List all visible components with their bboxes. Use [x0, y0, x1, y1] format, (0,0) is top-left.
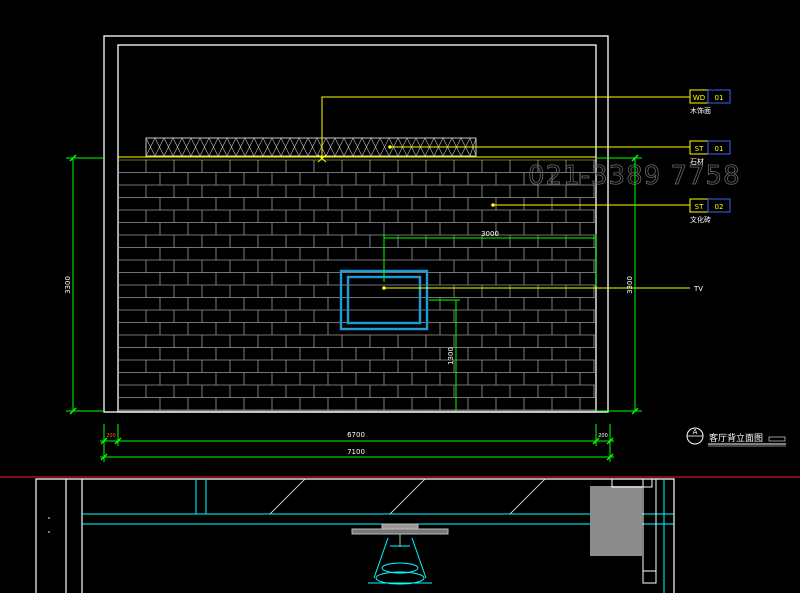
leader-dot-brick — [491, 203, 495, 207]
dim-right-margin: 200 — [598, 433, 608, 439]
brick-wall-pattern — [118, 160, 596, 412]
leader-dot-tv — [382, 286, 386, 290]
leader-lines — [317, 96, 690, 289]
tv-label: TV — [693, 285, 703, 293]
tag-number: 01 — [715, 94, 724, 102]
tag-label: 文化砖 — [690, 215, 711, 224]
dimension-ticks — [69, 154, 639, 461]
dim-height-right: 3300 — [626, 276, 634, 294]
material-tag-wood: WD 01 木饰面 — [689, 89, 731, 115]
dim-tv-height: 1300 — [447, 347, 455, 365]
watermark-phone: 021-3389 7758 — [528, 161, 741, 191]
drawing-title: A 客厅背立面图 — [686, 427, 786, 447]
plan-view — [35, 478, 675, 593]
tag-label: 木饰面 — [690, 106, 711, 115]
cad-drawing-canvas: WD 01 木饰面 ST 01 石材 ST 02 文化砖 TV 021-3389… — [0, 35, 800, 593]
tag-number: 01 — [715, 145, 724, 153]
dim-tv-width: 3000 — [481, 230, 499, 238]
dim-inner-width: 6700 — [347, 431, 365, 439]
tag-code: ST — [695, 203, 704, 211]
tag-code: ST — [695, 145, 704, 153]
leader-dot-stone — [388, 145, 392, 149]
wood-trim-band — [118, 137, 596, 161]
title-circle-letter: A — [693, 428, 698, 436]
tag-number: 02 — [715, 203, 724, 211]
tag-code: WD — [693, 94, 705, 102]
dim-left-margin: 200 — [106, 433, 116, 439]
material-tag-brick: ST 02 文化砖 — [689, 198, 731, 224]
title-text: 客厅背立面图 — [709, 432, 763, 444]
dim-total-width: 7100 — [347, 448, 365, 456]
dim-height-left: 3300 — [64, 276, 72, 294]
